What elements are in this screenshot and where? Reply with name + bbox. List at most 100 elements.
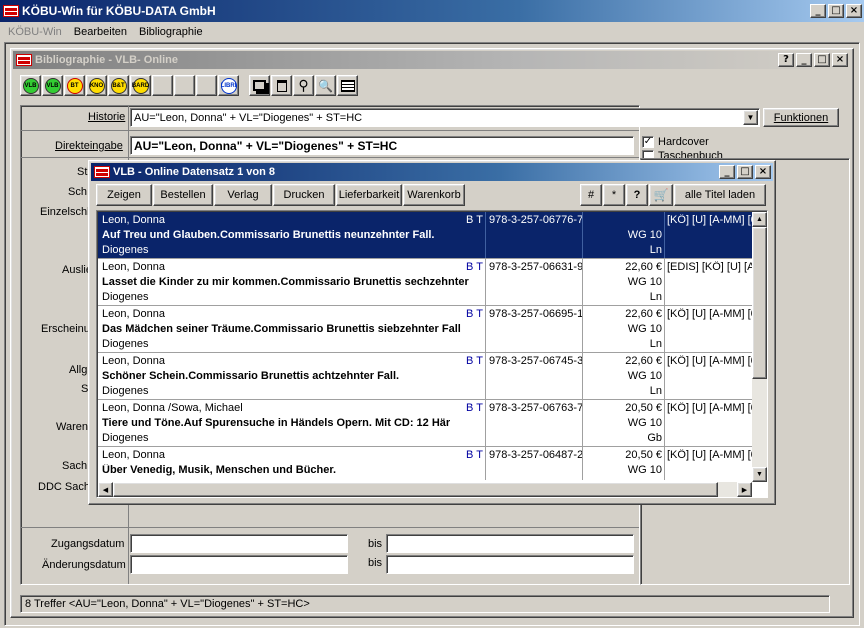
row-flags: B T — [466, 308, 483, 320]
row-author: Leon, Donna — [102, 261, 165, 273]
vlb-maximize-button[interactable]: □ — [737, 165, 753, 179]
help-button[interactable]: ? — [626, 184, 648, 206]
bt-icon: BT — [66, 77, 83, 94]
star-button[interactable]: * — [603, 184, 625, 206]
hardcover-checkbox-row[interactable]: ✓ Hardcover — [642, 136, 709, 148]
verlag-button[interactable]: Verlag — [214, 184, 272, 206]
zeigen-button[interactable]: Zeigen — [96, 184, 152, 206]
row-isbn: 978-3-257-06695-1 — [489, 308, 584, 320]
search-button[interactable]: ⚲ — [293, 75, 314, 96]
vlb-alt-icon: VLB — [44, 77, 61, 94]
lieferbarkeit-button[interactable]: Lieferbarkeit — [336, 184, 402, 206]
empty-button-2[interactable] — [174, 75, 195, 96]
result-row[interactable]: Leon, Donna B T Auf Treu und Glauben.Commi… — [98, 212, 754, 259]
result-row[interactable]: Leon, Donna B T Das Mädchen seiner Träume.… — [98, 306, 754, 353]
row-binding: Gb — [647, 432, 662, 444]
aenderungsdatum-label: Änderungsdatum — [42, 559, 126, 571]
vlb-minimize-button[interactable]: _ — [719, 165, 735, 179]
vlb-alt-button[interactable]: VLB — [42, 75, 63, 96]
hash-button[interactable]: # — [580, 184, 602, 206]
result-row[interactable]: Leon, Donna B T Lasset die Kinder zu mir k… — [98, 259, 754, 306]
bestellen-button[interactable]: Bestellen — [153, 184, 213, 206]
trash-icon — [276, 79, 287, 92]
bnt-button[interactable]: B&T — [108, 75, 129, 96]
result-row[interactable]: Leon, Donna B T Über Venedig, Musik, Mensc… — [98, 447, 754, 480]
row-price: 22,60 € — [625, 308, 662, 320]
historie-label: Historie — [88, 111, 126, 123]
scroll-left-button[interactable]: ◀ — [98, 482, 113, 497]
result-row[interactable]: Leon, Donna /Sowa, Michael B T Tiere und T… — [98, 400, 754, 447]
row-isbn: 978-3-257-06763-7 — [489, 402, 584, 414]
aenderungsdatum-to-input[interactable] — [386, 555, 634, 574]
alle-titel-laden-button[interactable]: alle Titel laden — [674, 184, 766, 206]
vlb-button[interactable]: VLB — [20, 75, 41, 96]
bt-button[interactable]: BT — [64, 75, 85, 96]
row-title: Das Mädchen seiner Träume.Commissario Br… — [102, 323, 461, 335]
cart-icon: 🛒 — [653, 188, 669, 202]
row-flags: B T — [466, 214, 483, 226]
vertical-scrollbar[interactable]: ▲ ▼ — [752, 212, 767, 482]
row-author: Leon, Donna /Sowa, Michael — [102, 402, 243, 414]
empty-button-1[interactable] — [152, 75, 173, 96]
row-title: Lasset die Kinder zu mir kommen.Commissa… — [102, 276, 469, 288]
vlb-close-button[interactable]: × — [755, 165, 771, 179]
warenkorb-button[interactable]: Warenkorb — [403, 184, 465, 206]
kno-icon: KNO — [88, 77, 105, 94]
app-minimize-button[interactable]: _ — [810, 4, 826, 18]
label-erscheinu: Erscheinu — [41, 323, 90, 335]
menu-bibliographie[interactable]: Bibliographie — [139, 26, 203, 38]
cart-icon-button[interactable]: 🛒 — [649, 184, 673, 206]
row-binding: Ln — [649, 338, 662, 350]
zeigen-label: Zeigen — [107, 189, 141, 201]
kno-button[interactable]: KNO — [86, 75, 107, 96]
row-publisher: Diogenes — [102, 385, 149, 397]
funktionen-button[interactable]: Funktionen — [763, 108, 839, 127]
label-einzelschl: Einzelschl — [40, 206, 90, 218]
zugangsdatum-to-input[interactable] — [386, 534, 634, 553]
scroll-right-button[interactable]: ▶ — [737, 482, 752, 497]
horizontal-scrollbar[interactable]: ◀ ▶ — [98, 482, 752, 497]
app-title: KÖBU-Win für KÖBU-DATA GmbH — [22, 4, 216, 18]
preview-button[interactable]: 🔍 — [315, 75, 336, 96]
bard-button[interactable]: BARD — [130, 75, 151, 96]
biblio-minimize-button[interactable]: _ — [796, 53, 812, 67]
libri-button[interactable]: LIBRI — [218, 75, 239, 96]
scroll-thumb[interactable] — [752, 227, 767, 379]
app-maximize-button[interactable]: □ — [828, 4, 844, 18]
menu-bearbeiten[interactable]: Bearbeiten — [74, 26, 127, 38]
row-title: Auf Treu und Glauben.Commissario Brunett… — [102, 229, 435, 241]
vlb-dialog-title: VLB - Online Datensatz 1 von 8 — [113, 166, 275, 178]
zugangsdatum-from-input[interactable] — [130, 534, 348, 553]
magnify-document-icon: 🔍 — [318, 78, 333, 93]
bestellen-label: Bestellen — [160, 189, 206, 201]
warenkorb-label: Warenkorb — [407, 189, 461, 201]
empty-button-3[interactable] — [196, 75, 217, 96]
historie-dropdown-button[interactable]: ▼ — [743, 110, 758, 125]
row-warengruppe: WG 10 — [627, 370, 662, 382]
biblio-maximize-button[interactable]: □ — [814, 53, 830, 67]
hardcover-checkbox[interactable]: ✓ — [642, 136, 654, 148]
historie-combobox[interactable]: AU="Leon, Donna" + VL="Diogenes" + ST=HC… — [130, 108, 760, 127]
star-label: * — [611, 189, 617, 201]
drucken-label: Drucken — [283, 189, 325, 201]
scroll-h-thumb[interactable] — [113, 482, 718, 497]
row-publisher: Diogenes — [102, 432, 149, 444]
biblio-toolbar: VLB VLB BT KNO B&T BARD LIBRI ⚲ 🔍 — [20, 75, 358, 100]
scroll-down-button[interactable]: ▼ — [752, 467, 767, 482]
app-close-button[interactable]: × — [846, 4, 862, 18]
result-row[interactable]: Leon, Donna B T Schöner Schein.Commissario… — [98, 353, 754, 400]
windows-button[interactable] — [249, 75, 270, 96]
menu-bar: KÖBU-Win Bearbeiten Bibliographie — [8, 24, 215, 40]
app-logo-icon — [3, 5, 19, 17]
menu-koebu-win[interactable]: KÖBU-Win — [8, 26, 62, 38]
biblio-help-button[interactable]: ? — [778, 53, 794, 67]
results-list[interactable]: Leon, Donna B T Auf Treu und Glauben.Commi… — [96, 210, 768, 498]
biblio-close-button[interactable]: × — [832, 53, 848, 67]
table-button[interactable] — [337, 75, 358, 96]
delete-button[interactable] — [271, 75, 292, 96]
row-binding: Ln — [649, 291, 662, 303]
direkteingabe-input[interactable]: AU="Leon, Donna" + VL="Diogenes" + ST=HC — [130, 136, 634, 155]
aenderungsdatum-from-input[interactable] — [130, 555, 348, 574]
scroll-up-button[interactable]: ▲ — [752, 212, 767, 227]
drucken-button[interactable]: Drucken — [273, 184, 335, 206]
